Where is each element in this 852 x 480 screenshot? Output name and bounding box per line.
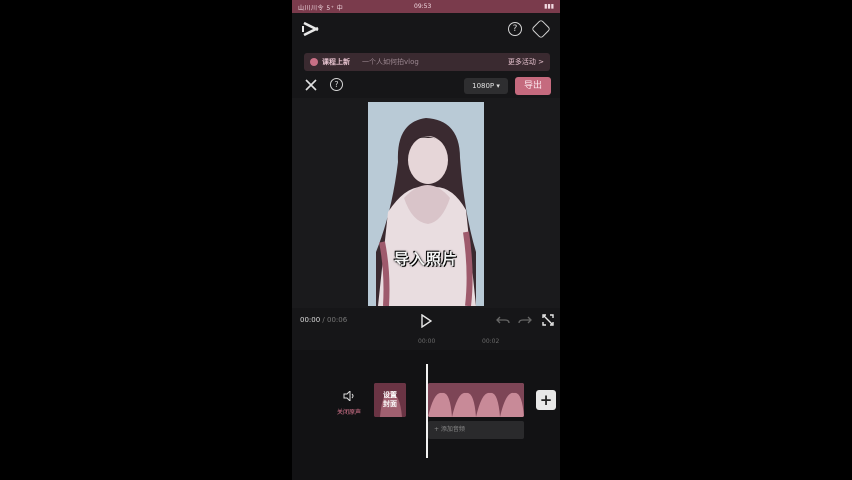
add-audio-track[interactable]: + 添加音频: [428, 421, 524, 439]
undo-icon[interactable]: [496, 314, 510, 326]
time-display: 00:00 / 00:06: [300, 316, 347, 324]
resolution-select[interactable]: 1080P ▾: [464, 78, 508, 94]
preview-canvas: 导入照片: [292, 98, 560, 308]
cover-label: 设置 封面: [383, 391, 397, 408]
mute-original-audio[interactable]: 关闭原声: [336, 386, 362, 416]
settings-icon[interactable]: [531, 19, 551, 39]
playback-controls: 00:00 / 00:06: [292, 310, 560, 332]
promo-banner[interactable]: 课程上新 一个人如何拍vlog 更多活动 >: [304, 53, 550, 71]
promo-label: 课程上新: [322, 58, 350, 66]
ruler-mark: 00:02: [482, 338, 500, 345]
clip-frames: [428, 383, 524, 417]
video-clip[interactable]: [428, 383, 524, 417]
capcut-logo-icon: [302, 21, 319, 37]
duration-time: 00:06: [327, 316, 348, 324]
editor-help-icon[interactable]: ?: [330, 78, 343, 91]
promo-dot-icon: [310, 58, 318, 66]
fullscreen-icon[interactable]: [542, 314, 554, 326]
mute-label: 关闭原声: [336, 409, 361, 416]
help-icon[interactable]: ?: [508, 22, 522, 36]
top-bar: ?: [292, 13, 560, 47]
editor-toolbar: ? 1080P ▾ 导出: [292, 74, 560, 98]
status-battery: ▮▮▮: [544, 3, 554, 10]
portrait-photo: [368, 102, 484, 306]
app-window: 山川川令 5⁺ 中 09:53 ▮▮▮ ? 课程上新 一个人如何拍vlog 更多…: [292, 0, 560, 480]
export-button[interactable]: 导出: [515, 77, 551, 95]
more-activities-link[interactable]: 更多活动 >: [508, 57, 544, 67]
video-caption: 导入照片: [393, 250, 458, 268]
status-signal: 山川川令 5⁺ 中: [298, 5, 344, 12]
redo-icon[interactable]: [518, 314, 532, 326]
speaker-icon: [343, 389, 354, 403]
time-ruler: 00:00 00:02: [292, 336, 560, 348]
ruler-mark: 00:00: [418, 338, 436, 345]
status-bar: 山川川令 5⁺ 中 09:53 ▮▮▮: [292, 0, 560, 13]
play-icon[interactable]: [420, 314, 432, 328]
time-separator: /: [320, 316, 327, 324]
video-preview[interactable]: 导入照片: [368, 102, 484, 306]
close-icon[interactable]: [304, 78, 318, 92]
playhead[interactable]: [426, 364, 428, 458]
promo-text: 一个人如何拍vlog: [362, 58, 419, 66]
set-cover-button[interactable]: 设置 封面: [374, 383, 406, 417]
current-time: 00:00: [300, 316, 321, 324]
add-audio-label: + 添加音频: [434, 426, 465, 433]
status-time: 09:53: [414, 3, 432, 10]
add-clip-button[interactable]: +: [536, 390, 556, 410]
timeline: 关闭原声 设置 封面 + 添加音频 +: [292, 350, 560, 480]
